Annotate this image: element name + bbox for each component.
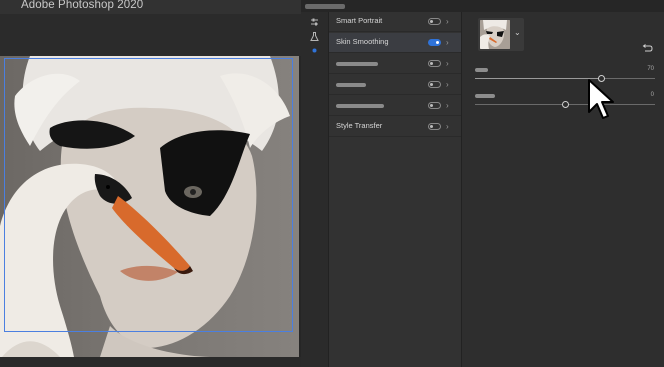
mouse-cursor-icon bbox=[586, 78, 614, 122]
slider-thumb[interactable] bbox=[561, 101, 569, 108]
slider-fill bbox=[475, 78, 601, 79]
chevron-right-icon[interactable]: › bbox=[446, 59, 449, 68]
chevron-right-icon[interactable]: › bbox=[446, 17, 449, 26]
neural-filter-list: Smart Portrait › Skin Smoothing › › › › … bbox=[329, 12, 462, 367]
filter-toggle[interactable] bbox=[428, 18, 441, 25]
chevron-right-icon[interactable]: › bbox=[446, 122, 449, 131]
filter-label: Skin Smoothing bbox=[336, 37, 389, 46]
param-label-placeholder bbox=[475, 94, 495, 98]
filter-label-placeholder bbox=[336, 83, 366, 87]
filter-item-style-transfer[interactable]: Style Transfer › bbox=[329, 117, 461, 137]
filter-toggle[interactable] bbox=[428, 81, 441, 88]
reset-icon[interactable] bbox=[641, 41, 653, 52]
chevron-right-icon[interactable]: › bbox=[446, 80, 449, 89]
chevron-right-icon[interactable]: › bbox=[446, 101, 449, 110]
filter-item-placeholder[interactable]: › bbox=[329, 75, 461, 95]
filter-toggle[interactable] bbox=[428, 123, 441, 130]
app-title: Adobe Photoshop 2020 bbox=[21, 0, 144, 11]
filter-toggle[interactable] bbox=[428, 60, 441, 67]
sliders-icon[interactable] bbox=[310, 18, 319, 27]
filter-toggle[interactable] bbox=[428, 102, 441, 109]
param-value: 70 bbox=[647, 66, 654, 72]
filter-item-skin-smoothing[interactable]: Skin Smoothing › bbox=[329, 33, 461, 53]
chevron-right-icon[interactable]: › bbox=[446, 38, 449, 47]
param-label-placeholder bbox=[475, 68, 488, 72]
selection-marquee bbox=[4, 58, 293, 332]
panel-tab-strip bbox=[301, 0, 664, 12]
title-bar: Adobe Photoshop 2020 bbox=[0, 0, 301, 14]
filter-item-smart-portrait[interactable]: Smart Portrait › bbox=[329, 12, 461, 32]
document-top-strip bbox=[0, 14, 301, 56]
reference-thumbnail bbox=[480, 20, 510, 49]
filter-item-placeholder[interactable]: › bbox=[329, 54, 461, 74]
filter-label-placeholder bbox=[336, 62, 378, 66]
filter-label-placeholder bbox=[336, 104, 384, 108]
neural-filters-icon[interactable] bbox=[310, 46, 319, 55]
filter-toggle[interactable] bbox=[428, 39, 441, 46]
param-value: 0 bbox=[650, 92, 654, 98]
reference-image-picker[interactable]: ⌄ bbox=[478, 18, 524, 51]
filter-label: Style Transfer bbox=[336, 121, 383, 130]
panel-tab[interactable] bbox=[305, 4, 345, 9]
filter-label: Smart Portrait bbox=[336, 16, 383, 25]
flask-icon[interactable] bbox=[310, 32, 319, 41]
chevron-down-icon[interactable]: ⌄ bbox=[514, 28, 521, 37]
document-bottom-strip bbox=[0, 357, 301, 367]
filter-item-placeholder[interactable]: › bbox=[329, 96, 461, 116]
panel-icon-column bbox=[301, 12, 329, 367]
